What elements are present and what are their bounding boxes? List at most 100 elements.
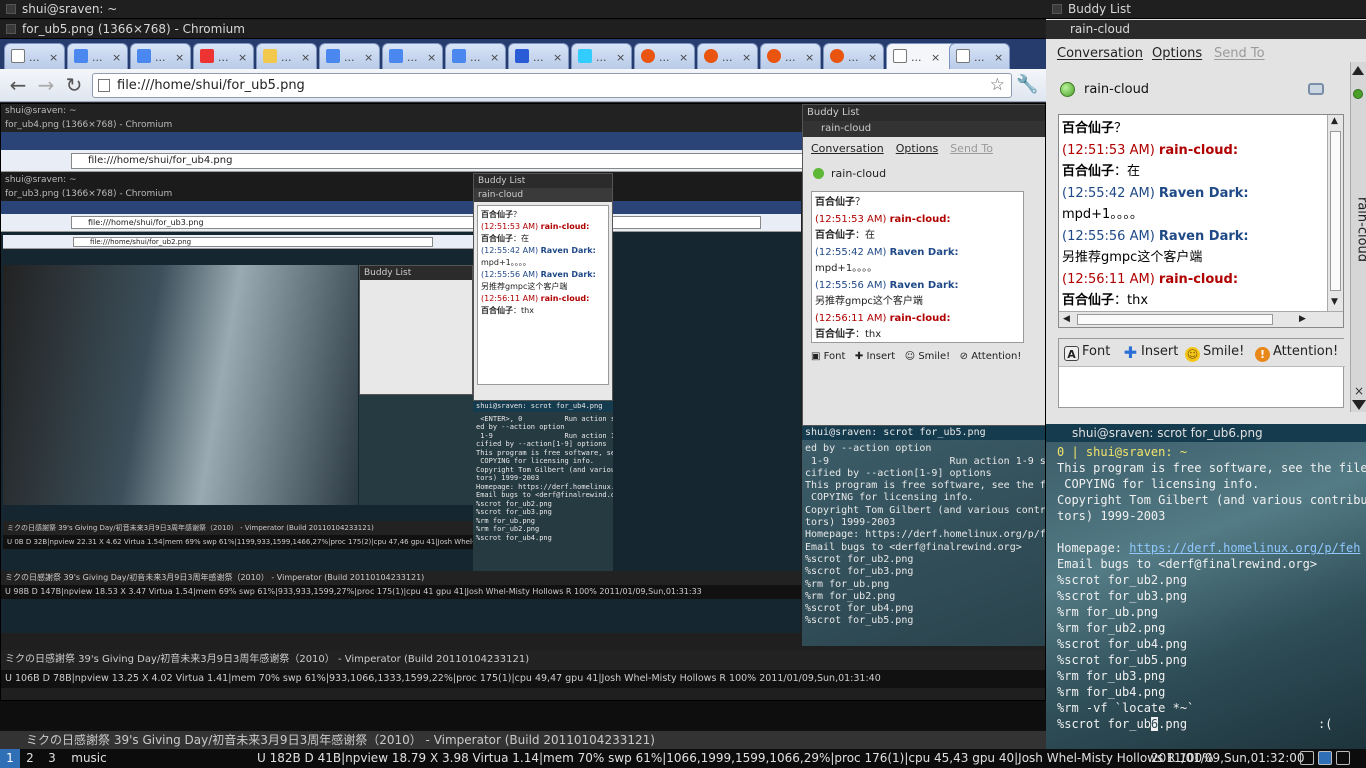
address-url: file:///home/shui/for_ub5.png	[117, 78, 305, 93]
scroll-up-icon[interactable]: ▲	[1331, 116, 1338, 126]
chromium-title: for_ub5.png (1366×768) - Chromium	[22, 22, 245, 36]
forward-button[interactable]: →	[34, 74, 58, 98]
message-sender: rain-cloud:	[1158, 142, 1239, 158]
tab-scroll-down-icon[interactable]	[1352, 400, 1366, 410]
conversation-header: rain-cloud	[1046, 70, 1350, 110]
workspace-1[interactable]: 1	[0, 749, 20, 768]
browser-tab[interactable]: ... ×	[823, 43, 884, 69]
nested-chat-text: ？	[513, 210, 521, 219]
close-tab-icon[interactable]: ×	[487, 51, 499, 64]
nested2-address-bar: file:///home/shui/for_ub3.png	[71, 216, 761, 229]
browser-tab[interactable]: ... ×	[949, 43, 1010, 69]
tab-strip: ... ×... ×... ×... ×... ×... ×... ×... ×…	[0, 39, 1046, 69]
terminal-title-bar[interactable]: shui@sraven: ~	[0, 0, 1046, 19]
browser-tab[interactable]: ... ×	[256, 43, 317, 69]
browser-tab[interactable]: ... ×	[571, 43, 632, 69]
close-tab-icon[interactable]: ×	[424, 51, 436, 64]
browser-tab[interactable]: ... ×	[508, 43, 569, 69]
conversation-title[interactable]: rain-cloud	[1046, 20, 1366, 39]
close-tab-icon[interactable]: ×	[361, 51, 373, 64]
homepage-link[interactable]: https://derf.homelinux.org/p/feh	[1129, 541, 1360, 555]
terminal-output[interactable]: 0 | shui@sraven: ~ This program is free …	[1046, 442, 1366, 749]
nested-terminal-line: %rm for_ub.png	[476, 516, 536, 525]
back-button[interactable]: ←	[6, 74, 30, 98]
tray-window-icon[interactable]	[1300, 751, 1314, 765]
close-tab-icon[interactable]: ×	[235, 51, 247, 64]
close-tab-icon[interactable]: ×	[865, 51, 877, 64]
menu-conversation[interactable]: Conversation	[1057, 46, 1143, 61]
browser-tab[interactable]: ... ×	[130, 43, 191, 69]
close-tab-icon[interactable]: ×	[550, 51, 562, 64]
workspace-3[interactable]: 3	[42, 749, 62, 768]
nested-page: shui@sraven: ~ for_ub3.png (1366×768) - …	[1, 173, 801, 633]
nested-chat-text: ：在	[513, 234, 529, 243]
nested-terminal-line: %rm for_ub.png	[805, 578, 890, 590]
scroll-left-icon[interactable]: ◀	[1063, 314, 1070, 324]
close-tab-icon[interactable]: ×	[613, 51, 625, 64]
scroll-right-icon[interactable]: ▶	[1299, 314, 1306, 324]
workspace-2[interactable]: 2	[20, 749, 40, 768]
font-button[interactable]: A Font	[1064, 344, 1110, 361]
tray-volume-icon[interactable]	[1336, 751, 1350, 765]
close-tab-icon[interactable]: ×	[739, 51, 751, 64]
nested-chat-time: (12:55:42 AM)	[481, 246, 539, 255]
close-tab-icon[interactable]: ×	[676, 51, 688, 64]
browser-tab[interactable]: ... ×	[319, 43, 380, 69]
terminal-title-bar[interactable]: shui@sraven: scrot for_ub6.png	[1046, 424, 1366, 442]
vimperator-title-bar[interactable]: ミクの日感謝祭 39's Giving Day/初音未来3月9日3周年感谢祭（2…	[0, 730, 1046, 749]
terminal-line: This program is free software, see the f…	[1057, 461, 1366, 475]
nested-chat-text: mpd+1。。。。	[815, 263, 878, 274]
conversation-side-tab[interactable]: rain-cloud ×	[1350, 62, 1366, 412]
nested-chat-line: (12:51:53 AM) rain-cloud:	[815, 212, 1020, 229]
tray-network-icon[interactable]	[1318, 751, 1332, 765]
menu-send-to[interactable]: Send To	[1214, 46, 1265, 61]
nested-chat-line: (12:56:11 AM) rain-cloud:	[815, 311, 1020, 328]
terminal-window[interactable]: shui@sraven: scrot for_ub6.png 0 | shui@…	[1046, 424, 1366, 749]
browser-tab[interactable]: ... ×	[697, 43, 758, 69]
close-tab-icon[interactable]: ×	[991, 51, 1003, 64]
scroll-down-icon[interactable]: ▼	[1331, 297, 1338, 307]
close-tab-icon[interactable]: ×	[802, 51, 814, 64]
nested-terminal-line: Copyright Tom Gilbert (and various contr…	[476, 465, 613, 474]
close-tab-icon[interactable]: ×	[298, 51, 310, 64]
menu-options[interactable]: Options	[1152, 46, 1202, 61]
browser-tab[interactable]: ... ×	[193, 43, 254, 69]
close-tab-icon[interactable]: ×	[46, 51, 58, 64]
browser-tab[interactable]: ... ×	[886, 43, 957, 69]
workspace-music[interactable]: music	[66, 749, 112, 768]
browser-tab[interactable]: ... ×	[4, 43, 65, 69]
close-tab-icon[interactable]: ×	[109, 51, 121, 64]
font-icon: A	[1064, 346, 1079, 361]
history-vertical-scrollbar[interactable]: ▲ ▼	[1327, 115, 1343, 311]
close-tab-icon[interactable]: ×	[1354, 384, 1364, 398]
chromium-title-bar[interactable]: for_ub5.png (1366×768) - Chromium	[0, 20, 1046, 39]
nested-chat-sender: Raven Dark:	[540, 270, 596, 279]
browser-tab[interactable]: ... ×	[760, 43, 821, 69]
buddy-list-title-bar[interactable]: Buddy List	[1046, 0, 1366, 19]
browser-tab[interactable]: ... ×	[382, 43, 443, 69]
scrollbar-thumb[interactable]	[1077, 314, 1273, 325]
message-entry-area[interactable]: A Font ✚ Insert ☺ Smile! ! Attention!	[1058, 338, 1345, 408]
conversation-history[interactable]: 百合仙子？ (12:51:53 AM) rain-cloud: 百合仙子：在 (…	[1058, 114, 1344, 328]
tab-scroll-up-icon[interactable]	[1352, 66, 1364, 75]
browser-tab[interactable]: ... ×	[445, 43, 506, 69]
nested-menubar: Conversation Options Send To	[803, 137, 1045, 159]
close-tab-icon[interactable]: ×	[172, 51, 184, 64]
attention-button[interactable]: ! Attention!	[1255, 344, 1338, 362]
chromium-toolbar: ← → ↻ file:///home/shui/for_ub5.png ☆ 🔧	[0, 69, 1046, 102]
address-bar[interactable]: file:///home/shui/for_ub5.png ☆	[92, 73, 1012, 98]
insert-button[interactable]: ✚ Insert	[1123, 344, 1179, 361]
browser-tab[interactable]: ... ×	[67, 43, 128, 69]
tab-label: ...	[596, 51, 607, 64]
scrollbar-thumb[interactable]	[1330, 131, 1341, 291]
wrench-menu-icon[interactable]: 🔧	[1016, 74, 1038, 95]
nested-terminal-line: %scrot for_ub2.png	[476, 499, 552, 508]
close-tab-icon[interactable]: ×	[928, 51, 940, 64]
smile-button[interactable]: ☺ Smile!	[1185, 344, 1244, 362]
browser-tab[interactable]: ... ×	[634, 43, 695, 69]
message-sender: Raven Dark:	[1158, 228, 1249, 244]
bookmark-star-icon[interactable]: ☆	[990, 74, 1005, 97]
reload-button[interactable]: ↻	[62, 74, 86, 98]
history-horizontal-scrollbar[interactable]: ◀ ▶	[1059, 311, 1343, 327]
nested-terminal-line: %scrot for_ub5.png	[805, 615, 914, 627]
